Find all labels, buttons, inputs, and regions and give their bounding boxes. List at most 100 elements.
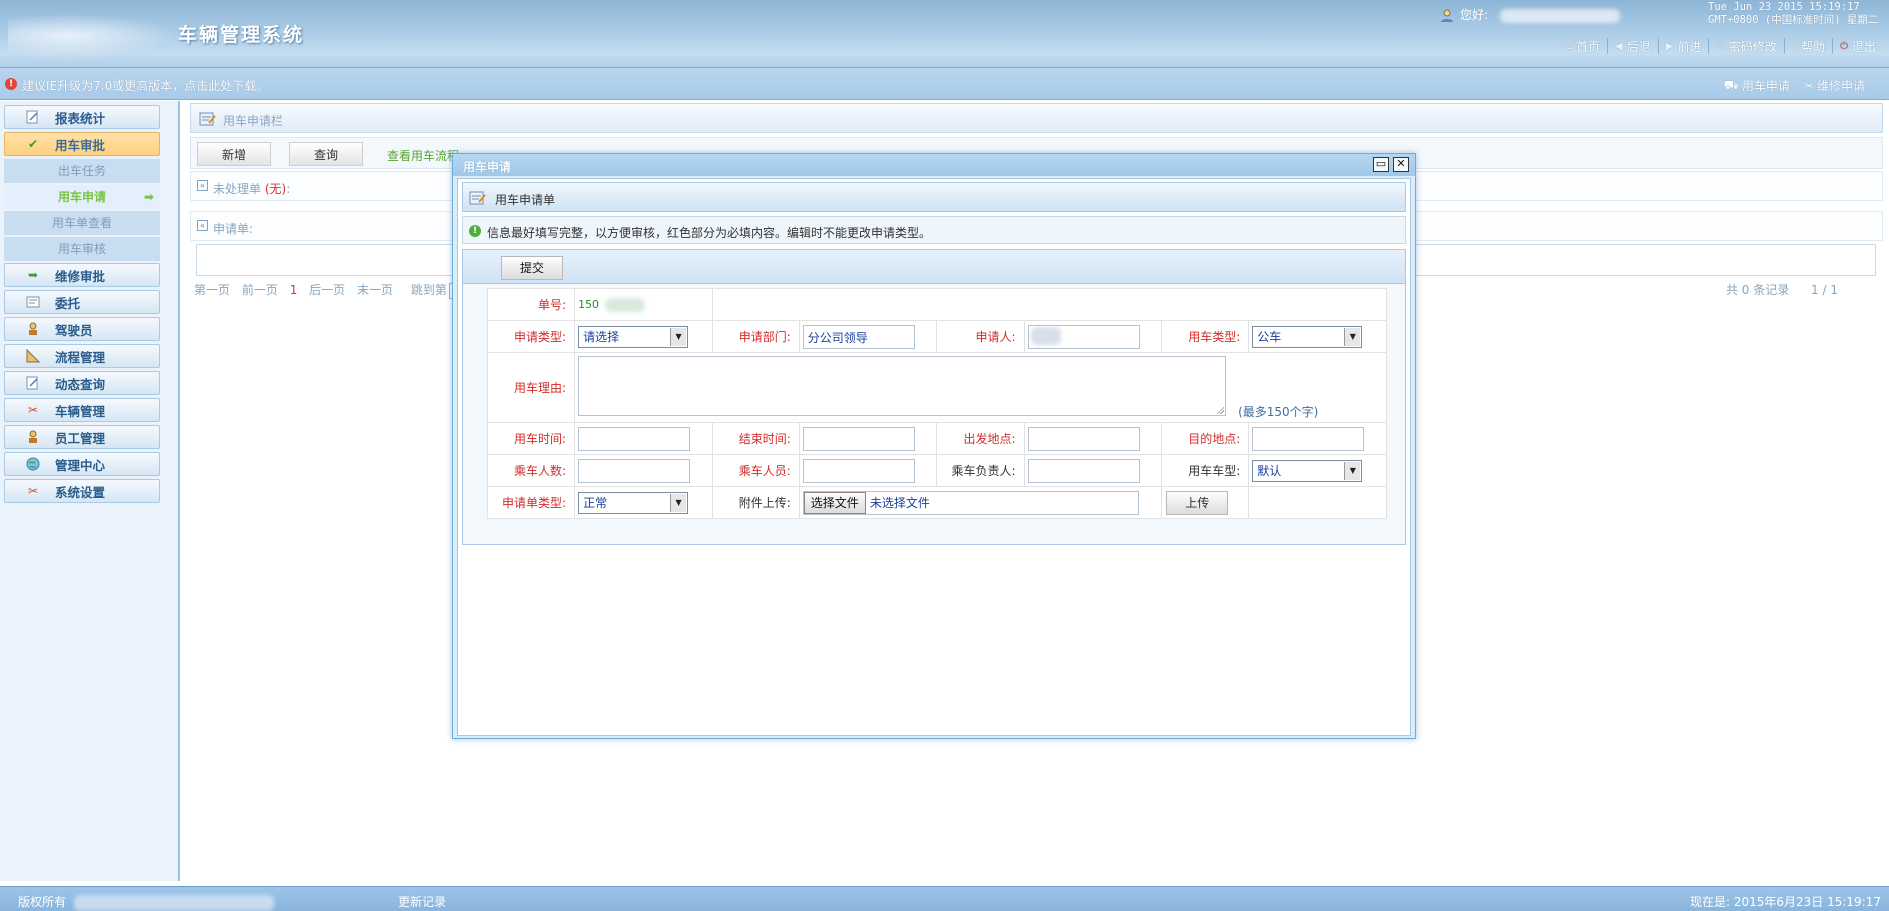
form-row: 申请类型: 请选择 ▼ 申请部门: 分公司领导 申请人: 用车类型: 公车 ▼ [486, 320, 1387, 353]
add-button[interactable]: 新增 [197, 142, 271, 166]
user-icon [1440, 9, 1454, 23]
vehicle-usage-select[interactable]: 公车 ▼ [1252, 325, 1363, 348]
user-greeting: 您好: [1440, 6, 1620, 24]
pager-first[interactable]: 第一页 [194, 283, 230, 297]
copyright-redacted [74, 894, 275, 911]
nav-password[interactable]: ✎ 密码修改 [1708, 38, 1783, 54]
view-flow-link[interactable]: 查看用车流程 [387, 147, 459, 164]
reason-label: 用车理由: [486, 352, 576, 423]
depart-label: 出发地点: [936, 422, 1025, 455]
sidebar-item-staff-management[interactable]: 员工管理 [4, 425, 160, 449]
globe-icon [25, 456, 41, 472]
sidebar-item-management-center[interactable]: 管理中心 [4, 452, 160, 476]
changelog-link[interactable]: 更新记录 [398, 893, 446, 910]
form-type-label: 申请单类型: [486, 486, 576, 519]
quick-link-repair-apply[interactable]: ✂ 维修申请 [1804, 77, 1865, 94]
pager-last[interactable]: 末一页 [357, 283, 393, 297]
start-time-label: 用车时间: [486, 422, 576, 455]
apply-type-select[interactable]: 请选择 ▼ [578, 325, 689, 348]
reason-textarea[interactable] [578, 356, 1227, 416]
nav-label: 前进 [1677, 39, 1702, 54]
department-input[interactable]: 分公司领导 [802, 324, 915, 349]
start-time-cell [574, 422, 713, 455]
sidebar-item-label: 动态查询 [55, 376, 106, 392]
sidebar-item-label: 报表统计 [55, 110, 106, 126]
sidebar-item-driver[interactable]: 驾驶员 [4, 317, 160, 341]
nav-help[interactable]: ? 帮助 [1783, 38, 1832, 54]
sidebar-item-reports[interactable]: 报表统计 [4, 105, 160, 129]
applicant-input[interactable] [1027, 324, 1140, 349]
nav-back[interactable]: ◀ 后退 [1606, 38, 1658, 54]
passengers-cell [798, 454, 938, 487]
sidebar-item-entrust[interactable]: 委托 [4, 290, 160, 314]
nav-label: 后退 [1626, 39, 1651, 54]
sidebar-item-system-settings[interactable]: ✂ 系统设置 [4, 479, 160, 503]
ie-upgrade-notice[interactable]: 建议IE升级为7.0或更高版本，点击此处下载。 [22, 77, 268, 94]
end-time-input[interactable] [802, 426, 915, 451]
passenger-count-input[interactable] [578, 458, 691, 483]
nav-home[interactable]: ⌂ 首页 [1559, 38, 1607, 54]
dialog-titlebar[interactable]: 用车申请 ▭ ✕ [453, 154, 1415, 176]
resize-grip-icon[interactable] [1216, 406, 1225, 414]
check-icon: ✔ [27, 137, 39, 151]
quick-link-vehicle-apply[interactable]: ⛟ 用车申请 [1724, 77, 1790, 94]
vehicle-model-select[interactable]: 默认 ▼ [1252, 459, 1363, 482]
form-type-select[interactable]: 正常 ▼ [578, 491, 689, 514]
vehicle-usage-value: 公车 [1257, 329, 1282, 344]
depart-input[interactable] [1027, 426, 1140, 451]
wrench-icon: ✂ [1803, 78, 1814, 93]
form-type-cell: 正常 ▼ [574, 486, 713, 519]
nav-label: 帮助 [1801, 39, 1826, 54]
nav-logout[interactable]: ⏻ 退出 [1832, 38, 1883, 54]
pager-prev[interactable]: 前一页 [242, 283, 278, 297]
sidebar-item-dynamic-query[interactable]: 动态查询 [4, 371, 160, 395]
form-header: 用车申请单 [462, 182, 1406, 212]
collapse-icon[interactable]: » [197, 180, 208, 191]
sidebar-item-label: 管理中心 [55, 457, 106, 473]
settings-icon: ✂ [27, 484, 39, 498]
passengers-input[interactable] [802, 458, 915, 483]
maximize-icon[interactable]: ▭ [1373, 157, 1389, 172]
start-time-input[interactable] [578, 426, 691, 451]
form-type-value: 正常 [583, 495, 608, 510]
form-row: 申请单类型: 正常 ▼ 附件上传: 选择文件 未选择文件 上传 [486, 486, 1387, 519]
clock-line-1: Tue Jun 23 2015 15:19:17 [1708, 1, 1860, 13]
nav-forward[interactable]: ▶ 前进 [1657, 38, 1709, 54]
vehicle-model-cell: 默认 ▼ [1248, 454, 1387, 487]
sidebar-item-vehicle-management[interactable]: ✂ 车辆管理 [4, 398, 160, 422]
sidebar-item-workflow[interactable]: 流程管理 [4, 344, 160, 368]
query-button[interactable]: 查询 [289, 142, 363, 166]
sidebar-item-vehicle-approval[interactable]: ✔ 用车审批 [4, 132, 160, 156]
sidebar: 报表统计 ✔ 用车审批 出车任务 用车申请 ➡ 用车单查看 用车审核 ➥ 维修审… [0, 101, 180, 881]
chevron-down-icon: ▼ [670, 327, 687, 346]
sidebar-item-repair-approval[interactable]: ➥ 维修审批 [4, 263, 160, 287]
upload-button[interactable]: 上传 [1166, 490, 1229, 515]
submit-button[interactable]: 提交 [501, 256, 563, 280]
pending-suffix: : [286, 182, 291, 196]
pager-next[interactable]: 后一页 [309, 283, 345, 297]
vehicle-model-label: 用车车型: [1161, 454, 1250, 487]
upload-cell: 上传 [1161, 486, 1250, 519]
no-file-text: 未选择文件 [869, 496, 930, 510]
file-input[interactable]: 选择文件 未选择文件 [802, 490, 1139, 515]
dialog-body: 用车申请单 ! 信息最好填写完整，以方便审核，红色部分为必填内容。编辑时不能更改… [457, 178, 1411, 736]
dest-cell [1248, 422, 1387, 455]
vehicle-icon: ✂ [27, 403, 39, 417]
sidebar-subitem-dispatch-task[interactable]: 出车任务 [4, 159, 160, 183]
sidebar-subitem-review[interactable]: 用车审核 [4, 237, 160, 261]
logout-icon: ⏻ [1840, 40, 1848, 52]
expand-icon[interactable]: « [197, 220, 208, 231]
dest-label: 目的地点: [1161, 422, 1250, 455]
sidebar-item-label: 维修审批 [55, 268, 106, 284]
car-icon: ⛟ [1723, 77, 1739, 92]
choose-file-button[interactable]: 选择文件 [803, 491, 866, 514]
info-text: 信息最好填写完整，以方便审核，红色部分为必填内容。编辑时不能更改申请类型。 [487, 226, 932, 240]
sidebar-subitem-view-orders[interactable]: 用车单查看 [4, 211, 160, 235]
forward-icon: ▶ [1665, 40, 1674, 52]
sidebar-subitem-vehicle-apply[interactable]: 用车申请 ➡ [4, 185, 160, 209]
copyright: 版权所有 [18, 893, 275, 911]
responsible-input[interactable] [1027, 458, 1140, 483]
responsible-label: 乘车负责人: [936, 454, 1025, 487]
dest-input[interactable] [1252, 426, 1365, 451]
close-icon[interactable]: ✕ [1393, 157, 1409, 172]
